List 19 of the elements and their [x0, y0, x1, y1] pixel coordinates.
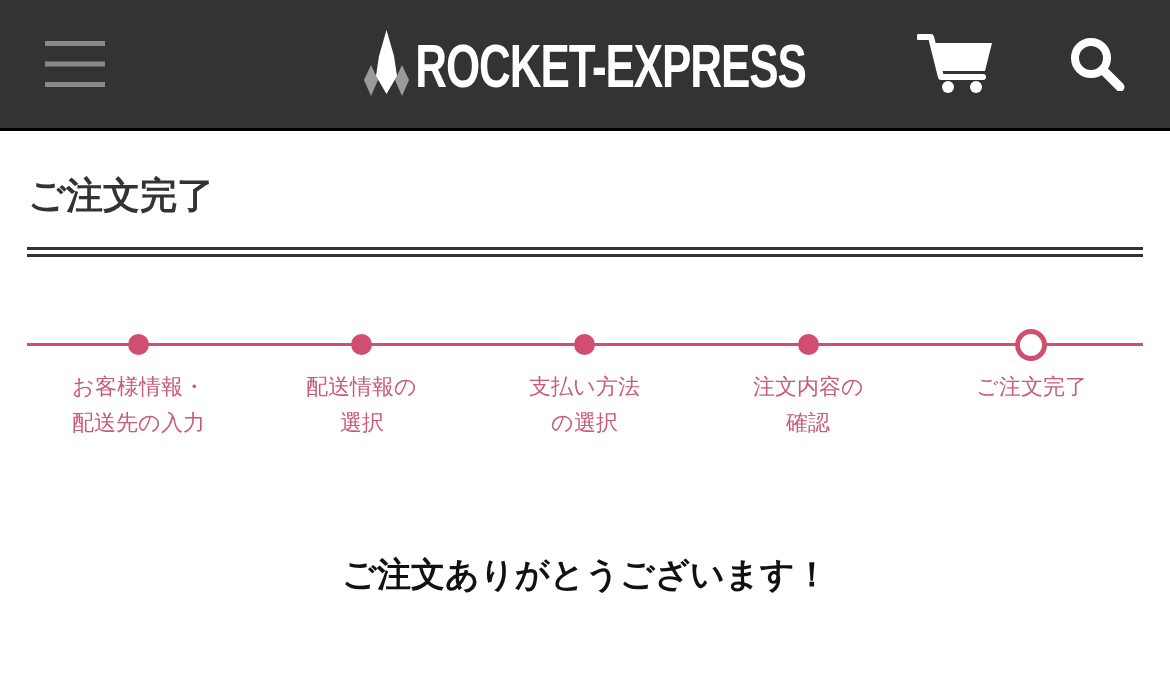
step-label: ご注文完了 — [975, 373, 1087, 401]
step-label: 注文内容の — [752, 373, 864, 401]
menu-button[interactable] — [45, 40, 105, 88]
step-label: 支払い方法 — [529, 373, 641, 401]
page-title: ご注文完了 — [28, 174, 214, 218]
search-button[interactable] — [1070, 37, 1125, 91]
logo-link[interactable]: ROCKET-EXPRESS — [364, 30, 806, 96]
step-label: 確認 — [786, 409, 831, 437]
rocket-icon — [364, 30, 410, 96]
menu-icon — [45, 41, 105, 87]
thank-you-message: ご注文ありがとうございます！ — [341, 554, 829, 595]
search-icon — [1070, 37, 1125, 91]
step-label: 配送情報の — [306, 373, 418, 401]
step-label: の選択 — [551, 409, 619, 437]
cart-icon — [917, 33, 992, 93]
step-label: お客様情報・ — [72, 373, 206, 401]
cart-button[interactable] — [917, 33, 992, 93]
step-label: 配送先の入力 — [72, 409, 206, 437]
step-label: 選択 — [339, 409, 384, 437]
